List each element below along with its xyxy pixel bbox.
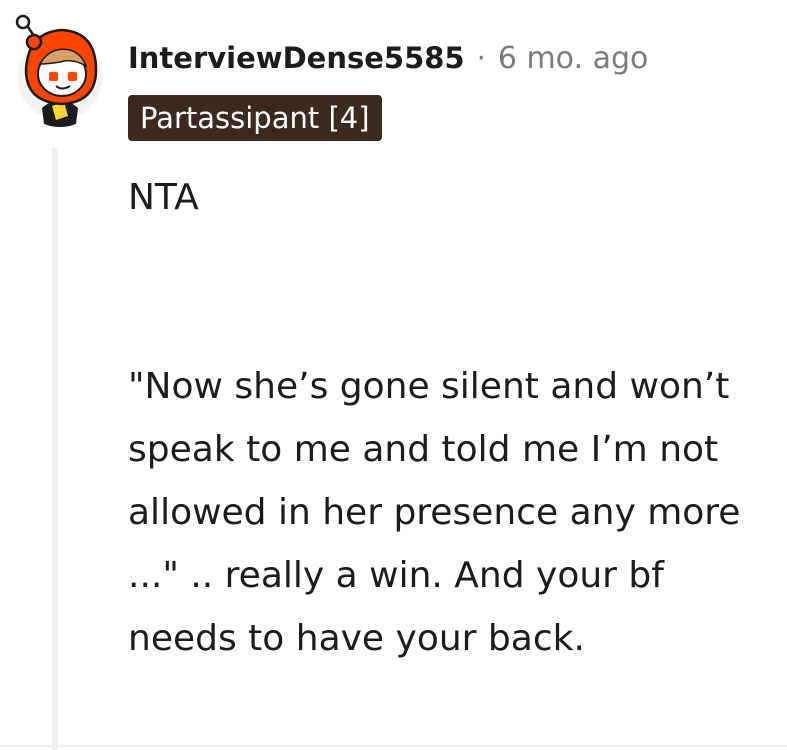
snoo-avatar-icon xyxy=(15,14,102,127)
comment-paragraph: NTA xyxy=(128,177,199,218)
comment-header: InterviewDense5585 · 6 mo. ago xyxy=(128,36,648,80)
meta-separator: · xyxy=(476,41,486,75)
thread-collapse-line[interactable] xyxy=(52,148,58,750)
timestamp-link[interactable]: 6 mo. ago xyxy=(498,41,649,76)
user-avatar[interactable] xyxy=(12,12,104,130)
comment-body: NTA "Now she’s gone silent and won’t spe… xyxy=(128,166,768,670)
user-flair-badge: Partassipant [4] xyxy=(128,95,382,141)
divider xyxy=(0,745,787,747)
username-link[interactable]: InterviewDense5585 xyxy=(128,41,465,75)
comment-paragraph: "Now she’s gone silent and won’t speak t… xyxy=(128,366,741,659)
